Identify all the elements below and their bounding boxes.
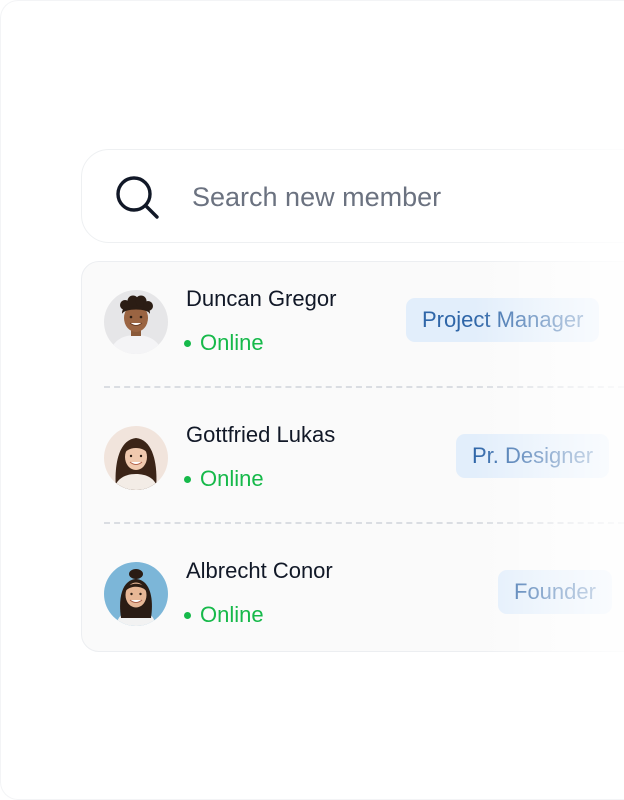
status-dot-icon	[184, 339, 191, 347]
status-label: Online	[200, 466, 264, 491]
row-divider	[104, 522, 624, 524]
avatar-gottfried[interactable]	[104, 426, 168, 490]
status-label: Online	[200, 602, 264, 627]
avatar-albrecht[interactable]	[104, 562, 168, 626]
role-badge: Pr. Designer	[456, 434, 610, 478]
status-online: Online	[184, 330, 264, 356]
member-name: Albrecht Conor	[186, 558, 333, 583]
member-row[interactable]: Gottfried Lukas Online Pr. Designer	[82, 398, 624, 534]
status-dot-icon	[184, 475, 191, 483]
member-name: Gottfried Lukas	[186, 422, 336, 447]
role-badge: Founder	[498, 570, 612, 614]
search-input[interactable]	[192, 174, 612, 220]
role-badge: Project Manager	[406, 298, 600, 342]
search-bar[interactable]	[81, 149, 624, 243]
search-icon[interactable]	[114, 174, 162, 222]
row-divider	[104, 386, 624, 388]
member-row[interactable]: Albrecht Conor Online Founder	[82, 534, 624, 670]
member-list: Duncan Gregor Online Project Manager Got…	[81, 261, 624, 652]
member-name: Duncan Gregor	[186, 286, 337, 311]
status-dot-icon	[184, 611, 191, 619]
status-label: Online	[200, 330, 264, 355]
app-frame: Duncan Gregor Online Project Manager	[0, 0, 624, 800]
member-row[interactable]: Duncan Gregor Online Project Manager	[82, 262, 624, 398]
avatar-duncan[interactable]	[104, 290, 168, 354]
status-online: Online	[184, 466, 264, 492]
status-online: Online	[184, 602, 264, 628]
